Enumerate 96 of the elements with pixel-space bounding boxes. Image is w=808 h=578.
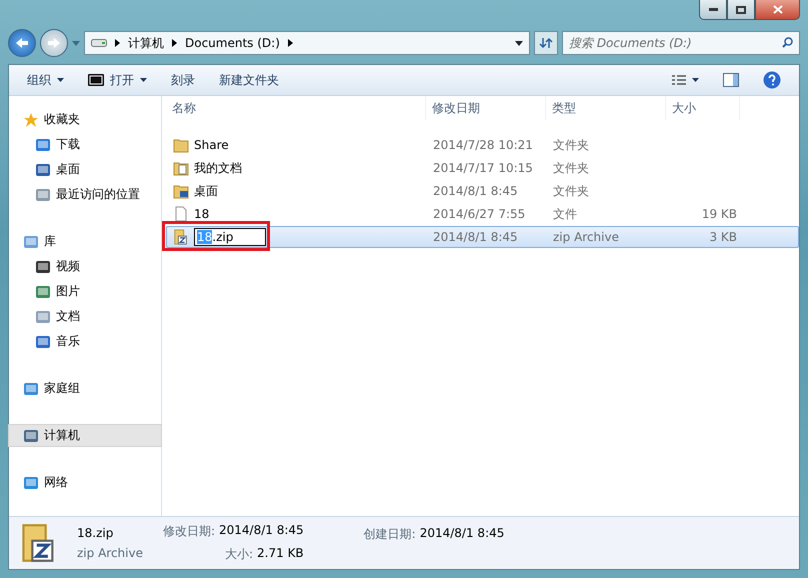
file-row[interactable]: 桌面 2014/8/1 8:45 文件夹 [166, 180, 799, 202]
refresh-button[interactable] [534, 31, 558, 55]
sidebar-item[interactable]: 桌面 [8, 158, 162, 181]
sidebar-item[interactable]: 库 [8, 230, 162, 253]
toolbar-button[interactable]: 打开 [78, 68, 157, 92]
caret-icon [57, 78, 64, 82]
maximize-icon [736, 6, 746, 14]
table-cell-text: 文件夹 [552, 182, 590, 200]
table-cell-text: 19 KB [700, 207, 738, 221]
minimize-button[interactable] [699, 0, 727, 20]
sidebar-label: 网络 [44, 474, 68, 491]
help-icon [763, 71, 781, 89]
close-icon [772, 5, 782, 14]
refresh-icon [539, 37, 553, 49]
sidebar-label: 计算机 [44, 427, 80, 444]
details-value: 2014/8/1 8:45 [219, 523, 304, 539]
search-field[interactable]: 搜索 Documents (D:) [562, 31, 800, 55]
chevron-icon [288, 39, 293, 47]
caret-icon [140, 78, 147, 82]
close-button[interactable] [755, 0, 800, 20]
sidebar-label: 文档 [56, 308, 80, 325]
details-label: 修改日期: [162, 523, 216, 540]
table-cell-text: 2014/7/28 10:21 [432, 138, 534, 152]
chevron-icon [115, 39, 120, 47]
toolbar-button[interactable]: 组织 [17, 68, 74, 92]
rename-field[interactable]: 18.zip [194, 228, 266, 246]
list-view-icon [672, 74, 686, 86]
desktop-folder-icon [173, 183, 189, 199]
sidebar-item[interactable]: 音乐 [8, 330, 162, 353]
chevron-icon [172, 39, 177, 47]
document-folder-icon [173, 160, 189, 176]
file-name: 我的文档 [194, 160, 242, 176]
sidebar-item[interactable]: 网络 [8, 471, 162, 494]
details-value: 2014/8/1 8:45 [420, 526, 504, 542]
address-bar[interactable]: 计算机 Documents (D:) [84, 31, 530, 55]
sidebar-item[interactable]: 下载 [8, 133, 162, 156]
breadcrumb[interactable]: Documents (D:) [185, 36, 280, 50]
dropdown-icon[interactable] [515, 40, 523, 46]
table-cell-text: zip Archive [552, 230, 620, 244]
toolbar-button[interactable]: 刻录 [161, 68, 205, 92]
table-cell-text: 文件夹 [552, 160, 590, 176]
file-row[interactable]: 18.zip 2014/8/1 8:45 zip Archive 3 KB [166, 226, 799, 248]
sidebar-label: 家庭组 [44, 380, 80, 397]
sidebar-label: 图片 [56, 283, 80, 300]
zip-file-icon [173, 229, 189, 245]
sidebar-label: 桌面 [56, 161, 80, 178]
file-name: 18 [194, 207, 210, 221]
table-cell-text: 2014/8/1 8:45 [432, 230, 519, 244]
forward-arrow-icon [47, 37, 61, 49]
table-cell-text: 文件夹 [552, 136, 590, 154]
breadcrumb[interactable]: 计算机 [128, 34, 164, 52]
sidebar-label: 库 [44, 233, 56, 250]
toolbar-button[interactable]: 新建文件夹 [209, 68, 289, 92]
folder-icon [173, 137, 189, 153]
table-cell-text: 3 KB [708, 230, 738, 244]
details-file-type: zip Archive [77, 546, 143, 560]
sidebar-item[interactable]: 家庭组 [8, 377, 162, 400]
drive-icon [91, 38, 107, 48]
column-header[interactable]: 名称 [166, 96, 426, 120]
sidebar-label: 最近访问的位置 [56, 186, 140, 203]
details-label: 大小: [224, 546, 254, 563]
table-cell-text: 2014/7/17 10:15 [432, 161, 534, 175]
file-name: Share [194, 138, 229, 152]
back-button[interactable] [8, 29, 36, 57]
back-arrow-icon [15, 37, 29, 49]
star-icon [23, 112, 39, 128]
file-row[interactable]: 我的文档 2014/7/17 10:15 文件夹 [166, 157, 799, 179]
sidebar-item[interactable]: 图片 [8, 280, 162, 303]
table-cell-text: 文件 [552, 206, 578, 222]
file-row[interactable]: Share 2014/7/28 10:21 文件夹 [166, 134, 799, 156]
sidebar-item[interactable]: 视频 [8, 255, 162, 278]
column-header[interactable]: 类型 [546, 96, 666, 120]
sidebar-item[interactable]: 文档 [8, 305, 162, 328]
column-header[interactable]: 大小 [666, 96, 740, 120]
sidebar-label: 收藏夹 [44, 111, 80, 128]
table-cell-text: 2014/8/1 8:45 [432, 184, 519, 198]
sidebar-label: 音乐 [56, 333, 80, 350]
preview-pane-icon [723, 73, 739, 87]
search-icon [782, 37, 793, 48]
file-icon [173, 206, 189, 222]
details-label: 创建日期: [364, 526, 416, 543]
table-cell-text: 2014/6/27 7:55 [432, 207, 526, 221]
minimize-icon [708, 8, 718, 11]
sidebar-item[interactable]: 最近访问的位置 [8, 183, 162, 206]
sidebar-label: 视频 [56, 258, 80, 275]
sidebar-label: 下载 [56, 136, 80, 153]
column-header[interactable]: 修改日期 [426, 96, 546, 120]
sidebar-item[interactable]: 计算机 [8, 424, 162, 447]
file-row[interactable]: 18 2014/6/27 7:55 文件 19 KB [166, 203, 799, 225]
caret-icon [692, 78, 699, 82]
sidebar-item[interactable]: 收藏夹 [8, 108, 162, 131]
details-file-name: 18.zip [77, 526, 114, 540]
maximize-button[interactable] [727, 0, 755, 20]
details-value: 2.71 KB [257, 546, 304, 562]
forward-button[interactable] [40, 29, 68, 57]
file-name: 桌面 [194, 182, 218, 200]
